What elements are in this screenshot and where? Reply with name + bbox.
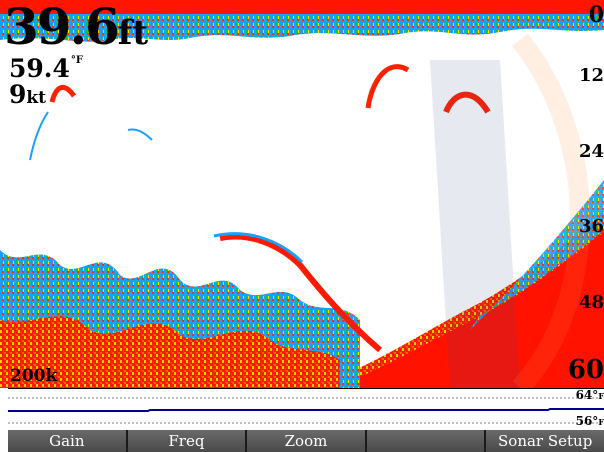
depth-scale-label: 12 — [578, 65, 604, 86]
water-temp-unit: °F — [70, 55, 83, 66]
left-margin — [0, 388, 8, 452]
depth-unit: ft — [117, 13, 149, 53]
depth-scale-label: 60 — [567, 355, 604, 385]
sonar-returns-graphic — [0, 0, 604, 388]
temp-graph-high-unit: F — [598, 391, 604, 401]
fish-trace-4 — [29, 111, 49, 161]
sonar-screen: 39.6ft 59.4°F 9kt 0 12 24 36 48 60 200k … — [0, 0, 604, 452]
temp-graph-high-value: 64° — [575, 388, 599, 402]
speed-readout: 9kt — [9, 82, 46, 107]
depth-scale-label: 48 — [578, 292, 604, 313]
depth-readout: 39.6ft — [4, 2, 148, 52]
depth-scale-label: 36 — [578, 216, 604, 237]
depth-scale-label: 0 — [588, 2, 604, 28]
gain-softkey[interactable]: Gain — [8, 430, 128, 452]
fish-trace-5 — [127, 128, 153, 141]
temp-graph-low-value: 56° — [575, 414, 599, 428]
temp-graph-low-unit: F — [598, 417, 604, 427]
blank-softkey[interactable] — [366, 430, 487, 452]
sonar-display: 39.6ft 59.4°F 9kt 0 12 24 36 48 60 200k — [0, 0, 604, 388]
temp-graph-low-label: 56°F — [576, 415, 604, 427]
zoom-softkey[interactable]: Zoom — [247, 430, 367, 452]
sonar-setup-softkey[interactable]: Sonar Setup — [486, 430, 604, 452]
temp-trace-line — [8, 408, 604, 412]
speed-value: 9 — [9, 80, 27, 109]
water-temp-value: 59.4 — [9, 54, 70, 83]
speed-unit: kt — [26, 88, 47, 108]
water-temp-readout: 59.4°F — [9, 54, 83, 83]
temperature-graph: 64°F 56°F — [8, 388, 604, 431]
temp-graph-high-label: 64°F — [576, 389, 604, 401]
temperature-trace — [8, 397, 604, 424]
softkey-bar: Gain Freq Zoom Sonar Setup — [8, 430, 604, 452]
fish-arch-1 — [49, 85, 77, 103]
freq-softkey[interactable]: Freq — [127, 430, 248, 452]
frequency-label: 200k — [10, 366, 58, 386]
depth-value: 39.6 — [4, 0, 120, 56]
fish-arch-2 — [365, 64, 410, 109]
depth-scale-label: 24 — [578, 141, 604, 162]
